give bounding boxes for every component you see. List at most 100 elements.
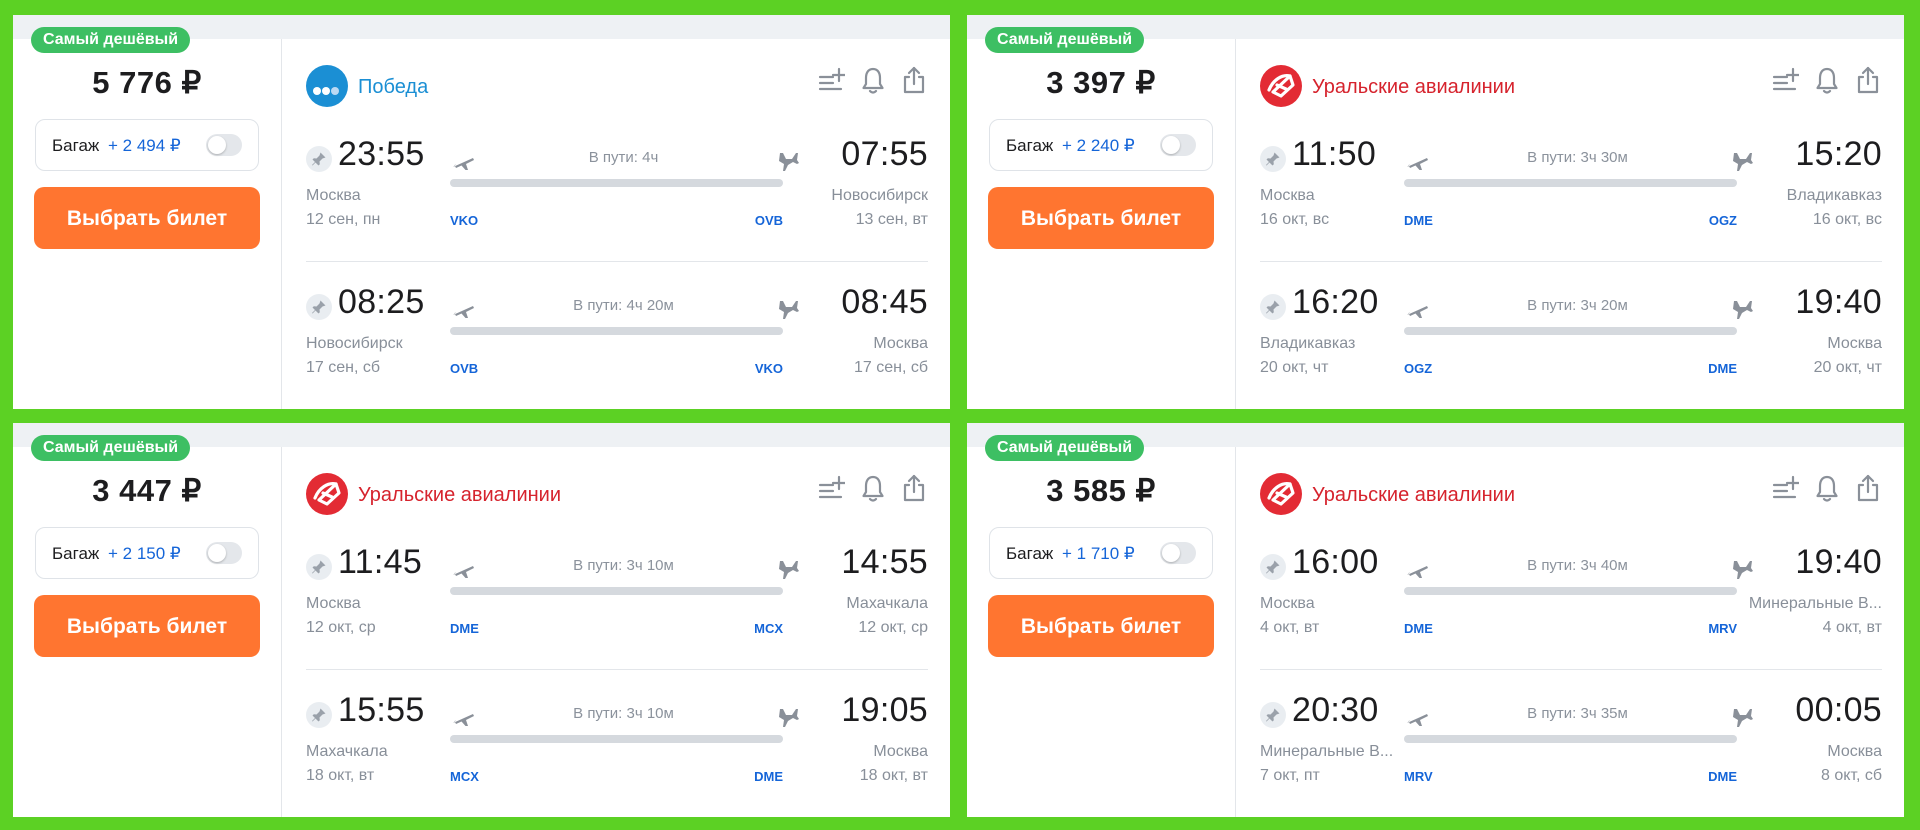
segment-separator <box>306 261 928 262</box>
share-icon[interactable] <box>900 65 928 95</box>
arrival-date: 12 окт, ср <box>858 619 928 636</box>
departure-date: 20 окт, чт <box>1260 359 1329 376</box>
arrival-airport-code: DME <box>1708 769 1737 784</box>
pin-icon[interactable] <box>306 702 332 728</box>
column-divider <box>1235 447 1236 817</box>
baggage-toggle[interactable] <box>206 542 242 564</box>
baggage-price: + 2 240 ₽ <box>1062 136 1135 155</box>
departure-date: 7 окт, пт <box>1260 767 1320 784</box>
add-to-list-icon[interactable] <box>817 473 847 503</box>
arrival-airport-code: VKO <box>754 361 783 376</box>
share-icon[interactable] <box>1854 65 1882 95</box>
select-ticket-button[interactable]: Выбрать билет <box>988 595 1214 657</box>
baggage-price: + 1 710 ₽ <box>1062 544 1135 563</box>
airline-name: Уральские авиалинии <box>358 484 562 506</box>
pin-icon[interactable] <box>1260 146 1286 172</box>
airline-name: Уральские авиалинии <box>1312 484 1516 506</box>
baggage-option[interactable]: Багаж + 1 710 ₽ <box>989 527 1213 579</box>
baggage-option[interactable]: Багаж + 2 150 ₽ <box>35 527 259 579</box>
toggle-knob <box>1162 544 1180 562</box>
arrival-date: 18 окт, вт <box>859 767 928 784</box>
arrival-airport-code: OGZ <box>1708 213 1737 228</box>
arrival-date: 17 сен, сб <box>853 359 928 376</box>
baggage-label: Багаж <box>1006 136 1054 155</box>
pin-icon[interactable] <box>306 554 332 580</box>
share-icon[interactable] <box>1854 473 1882 503</box>
departure-city: Новосибирск <box>306 335 403 352</box>
departure-airport-code: OGZ <box>1404 361 1433 376</box>
landing-icon <box>1730 559 1754 586</box>
flight-segment-return: 08:25 08:45 Новосибирск 17 сен, сб Москв… <box>306 283 928 403</box>
arrival-city: Владикавказ <box>1786 187 1882 204</box>
baggage-toggle[interactable] <box>206 134 242 156</box>
arrival-airport-code: DME <box>754 769 783 784</box>
departure-airport-code: VKO <box>450 213 479 228</box>
flight-duration: В пути: 3ч 40м <box>1527 557 1628 574</box>
departure-date: 4 окт, вт <box>1260 619 1320 636</box>
flight-segment-outbound: 23:55 07:55 Москва 12 сен, пн Новосибирс… <box>306 135 928 255</box>
add-to-list-icon[interactable] <box>1771 473 1801 503</box>
route-bar <box>450 735 783 743</box>
cheapest-badge: Самый дешёвый <box>31 27 191 53</box>
takeoff-icon <box>451 153 475 176</box>
departure-time: 16:20 <box>1292 283 1379 321</box>
bell-icon[interactable] <box>859 65 887 95</box>
baggage-option[interactable]: Багаж + 2 240 ₽ <box>989 119 1213 171</box>
departure-city: Москва <box>1260 595 1315 612</box>
pin-icon[interactable] <box>306 294 332 320</box>
bell-icon[interactable] <box>859 473 887 503</box>
add-to-list-icon[interactable] <box>1771 65 1801 95</box>
baggage-label: Багаж <box>52 136 100 155</box>
takeoff-icon <box>451 301 475 324</box>
ticket-card: Самый дешёвый 3 585 ₽ Багаж + 1 710 ₽ Вы… <box>967 423 1904 817</box>
flight-segment-outbound: 11:45 14:55 Москва 12 окт, ср Махачкала … <box>306 543 928 663</box>
flight-duration: В пути: 3ч 30м <box>1527 149 1628 166</box>
pin-icon[interactable] <box>1260 702 1286 728</box>
route-bar <box>1404 327 1737 335</box>
select-ticket-button[interactable]: Выбрать билет <box>34 187 260 249</box>
flight-segment-return: 15:55 19:05 Махачкала 18 окт, вт Москва … <box>306 691 928 811</box>
cheapest-badge: Самый дешёвый <box>31 435 191 461</box>
departure-city: Москва <box>306 187 361 204</box>
pin-icon[interactable] <box>1260 294 1286 320</box>
takeoff-icon <box>1405 301 1429 324</box>
flight-segment-return: 16:20 19:40 Владикавказ 20 окт, чт Москв… <box>1260 283 1882 403</box>
takeoff-icon <box>451 709 475 732</box>
ticket-price: 3 447 ₽ <box>92 473 202 508</box>
departure-date: 17 сен, сб <box>306 359 381 376</box>
baggage-toggle[interactable] <box>1160 542 1196 564</box>
ural-airlines-logo <box>306 473 348 515</box>
landing-icon <box>776 707 800 734</box>
card-actions <box>808 65 928 99</box>
departure-time: 11:45 <box>338 543 423 581</box>
arrival-time: 14:55 <box>841 543 928 581</box>
route-bar <box>450 327 783 335</box>
airline-name: Победа <box>358 76 429 98</box>
bell-icon[interactable] <box>1813 473 1841 503</box>
add-to-list-icon[interactable] <box>817 65 847 95</box>
flight-duration: В пути: 4ч 20м <box>573 297 674 314</box>
ticket-card: Самый дешёвый 3 447 ₽ Багаж + 2 150 ₽ Вы… <box>13 423 950 817</box>
baggage-price: + 2 150 ₽ <box>108 544 181 563</box>
departure-airport-code: DME <box>450 621 479 636</box>
flight-segment-return: 20:30 00:05 Минеральные В... 7 окт, пт М… <box>1260 691 1882 811</box>
baggage-toggle[interactable] <box>1160 134 1196 156</box>
toggle-knob <box>208 136 226 154</box>
select-ticket-button[interactable]: Выбрать билет <box>34 595 260 657</box>
cheapest-badge: Самый дешёвый <box>985 435 1145 461</box>
bell-icon[interactable] <box>1813 65 1841 95</box>
departure-airport-code: OVB <box>450 361 479 376</box>
takeoff-icon <box>1405 153 1429 176</box>
pin-icon[interactable] <box>1260 554 1286 580</box>
arrival-date: 8 окт, сб <box>1820 767 1882 784</box>
select-ticket-button[interactable]: Выбрать билет <box>988 187 1214 249</box>
arrival-city: Новосибирск <box>831 187 928 204</box>
departure-time: 15:55 <box>338 691 425 729</box>
departure-date: 16 окт, вс <box>1260 211 1330 228</box>
share-icon[interactable] <box>900 473 928 503</box>
departure-time: 23:55 <box>338 135 425 173</box>
departure-airport-code: MCX <box>450 769 479 784</box>
baggage-option[interactable]: Багаж + 2 494 ₽ <box>35 119 259 171</box>
pin-icon[interactable] <box>306 146 332 172</box>
arrival-city: Москва <box>1827 743 1882 760</box>
